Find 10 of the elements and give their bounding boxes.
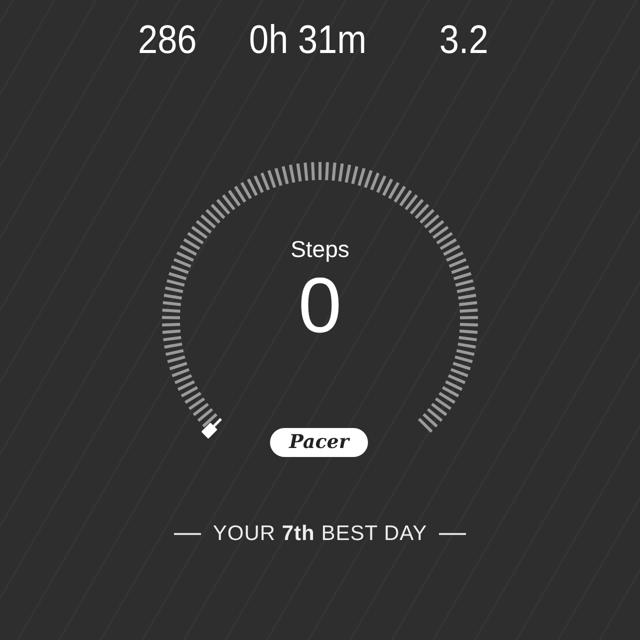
stat-value: 0h 31m: [248, 17, 366, 64]
rank-text: YOUR 7th BEST DAY: [212, 522, 428, 546]
gauge-label: Steps: [290, 235, 350, 263]
gauge-value: 0: [298, 263, 342, 347]
gauge-marker: [201, 418, 222, 439]
stat-value: 3.2: [440, 17, 488, 64]
rule: [174, 533, 201, 535]
stat-value: 286: [138, 17, 197, 64]
brand-badge: Pacer: [270, 428, 368, 457]
rule: [439, 533, 466, 535]
